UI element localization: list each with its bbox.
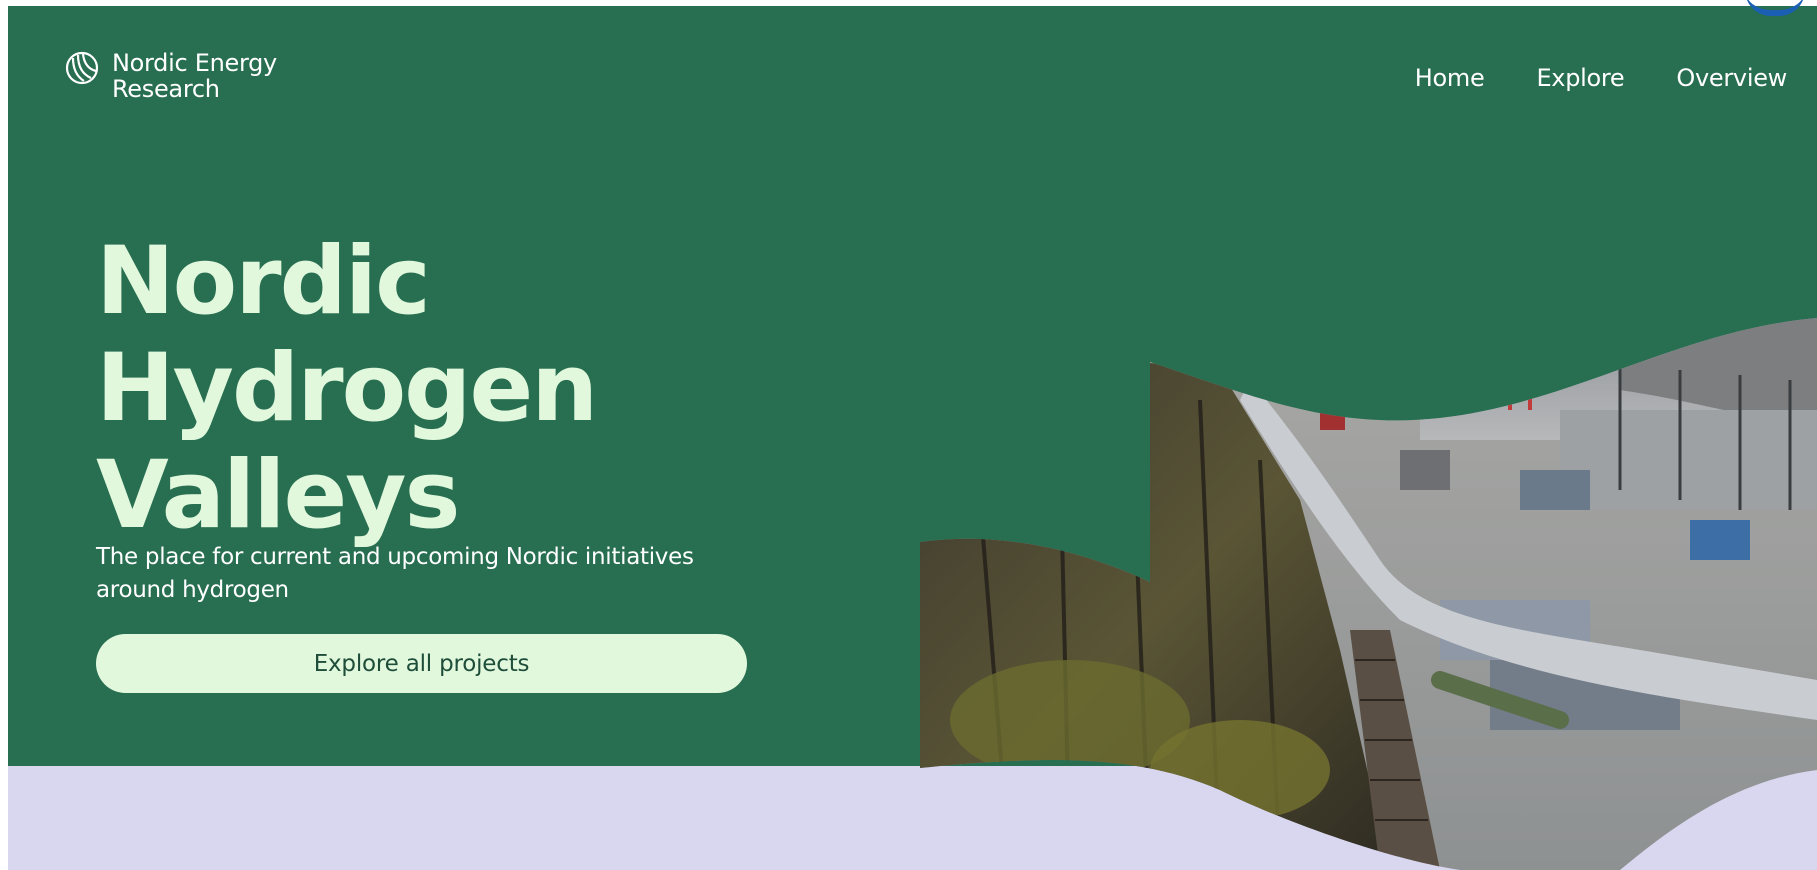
site-logo[interactable]: Nordic Energy Research — [64, 50, 277, 102]
main-nav: Home Explore Overview — [1415, 64, 1788, 92]
logo-text: Nordic Energy Research — [112, 50, 277, 102]
title-line-2: Hydrogen — [96, 334, 598, 443]
logo-line-1: Nordic Energy — [112, 49, 277, 77]
title-line-1: Nordic — [96, 227, 431, 336]
landscape-photo-image — [920, 318, 1817, 870]
hero-photo — [920, 300, 1817, 870]
nav-home[interactable]: Home — [1415, 64, 1485, 92]
nav-overview[interactable]: Overview — [1676, 64, 1787, 92]
nordic-swan-icon — [65, 51, 99, 85]
nav-explore[interactable]: Explore — [1536, 64, 1624, 92]
hero-subtitle: The place for current and upcoming Nordi… — [96, 544, 694, 603]
title-line-3: Valleys — [96, 441, 460, 550]
explore-all-projects-button[interactable]: Explore all projects — [96, 634, 747, 693]
page-title: Nordic Hydrogen Valleys — [96, 228, 796, 549]
logo-line-2: Research — [112, 75, 220, 103]
